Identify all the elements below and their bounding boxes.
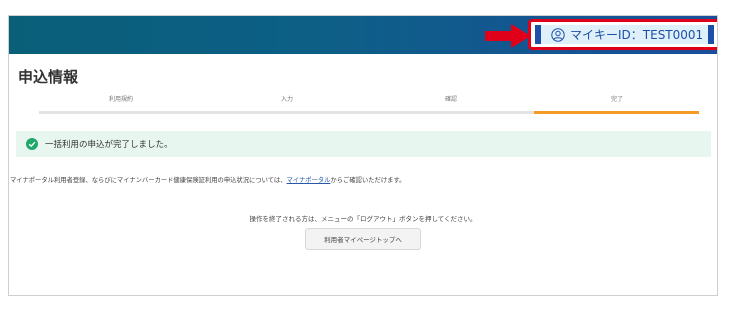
step-input: 入力 — [280, 96, 294, 103]
mykey-id-display[interactable]: マイキーID：TEST0001 — [535, 25, 714, 44]
mynaportal-link[interactable]: マイナポータル — [287, 177, 331, 184]
step-terms: 利用規約 — [108, 96, 134, 103]
success-message: 一括利用の申込が完了しました。 — [45, 140, 173, 150]
description-text-before: マイナポータル利用者登録、ならびにマイナンバーカード健康保険証利用の申込状況につ… — [10, 177, 287, 184]
logout-instruction: 操作を終了される方は、メニューの「ログアウト」ボタンを押してください。 — [249, 215, 477, 223]
mypage-top-button[interactable]: 利用者マイページトップへ — [305, 228, 421, 250]
description-text-after: からご確認いただけます。 — [330, 177, 406, 184]
step-complete: 完了 — [610, 96, 624, 103]
page-title: 申込情報 — [18, 68, 79, 86]
mykey-id-text: マイキーID：TEST0001 — [570, 28, 704, 42]
red-arrow-right-icon — [485, 24, 531, 48]
step-progress-current — [534, 111, 699, 114]
page-frame: マイキーID：TEST0001 申込情報 利用規約 入力 確認 完了 一括利用の… — [8, 15, 718, 296]
success-banner: 一括利用の申込が完了しました。 — [16, 131, 711, 157]
id-accent-left — [535, 25, 541, 44]
step-confirm: 確認 — [444, 96, 458, 103]
status-description: マイナポータル利用者登録、ならびにマイナンバーカード健康保険証利用の申込状況につ… — [10, 175, 405, 184]
user-circle-icon — [551, 27, 565, 42]
mykey-id-highlight: マイキーID：TEST0001 — [528, 19, 717, 50]
step-progress-bar — [39, 111, 699, 114]
id-accent-right — [708, 25, 714, 44]
check-circle-icon — [26, 138, 38, 150]
